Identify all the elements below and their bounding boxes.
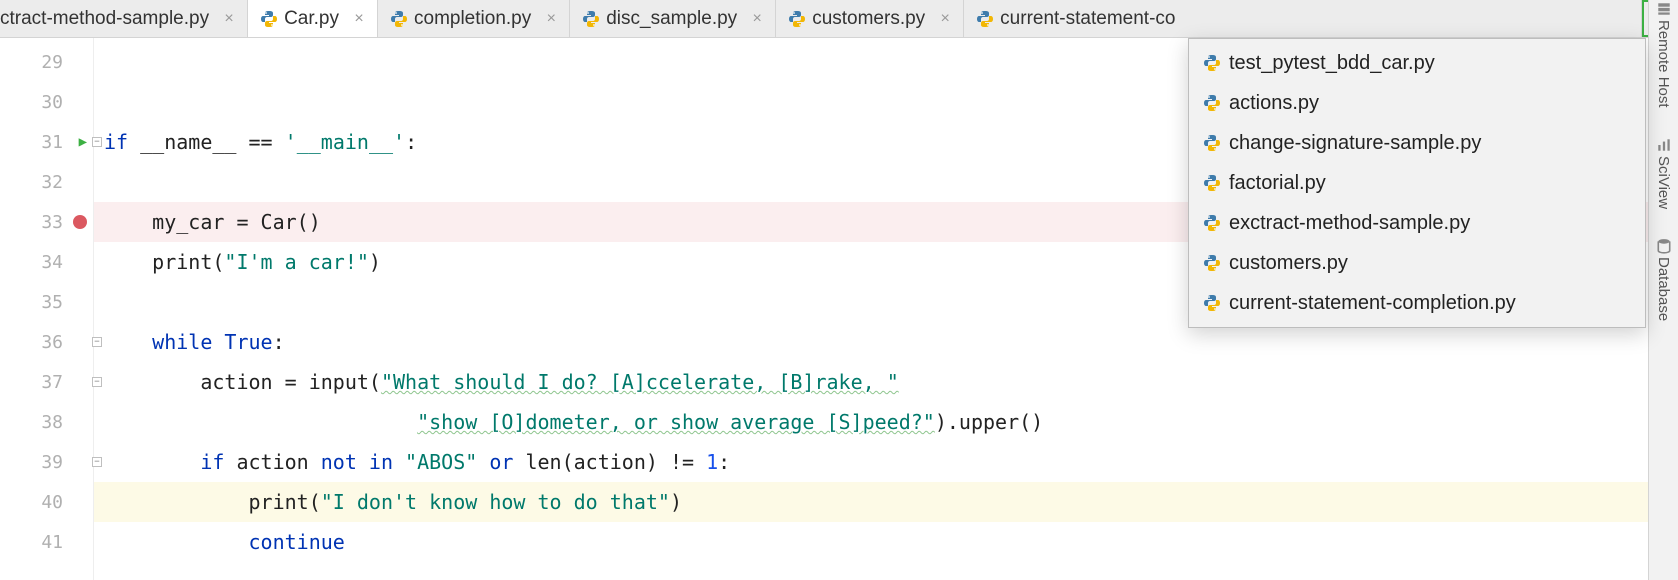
line-number: 38	[41, 412, 63, 433]
close-icon[interactable]: ×	[221, 10, 237, 28]
popup-file-item[interactable]: actions.py	[1189, 83, 1645, 123]
tab-completion[interactable]: completion.py ×	[378, 0, 570, 37]
python-file-icon	[1203, 94, 1221, 112]
database-icon	[1656, 239, 1672, 253]
python-file-icon	[390, 10, 408, 28]
line-number: 36	[41, 332, 63, 353]
tab-label: current-statement-co	[1000, 8, 1175, 30]
python-file-icon	[1203, 54, 1221, 72]
python-file-icon	[788, 10, 806, 28]
python-file-icon	[1203, 254, 1221, 272]
line-number: 30	[41, 92, 63, 113]
chart-icon	[1656, 138, 1672, 152]
line-number: 32	[41, 172, 63, 193]
tab-exctract-method-sample[interactable]: ctract-method-sample.py ×	[0, 0, 248, 37]
python-file-icon	[1203, 174, 1221, 192]
breakpoint-icon[interactable]	[73, 215, 87, 229]
line-number: 34	[41, 252, 63, 273]
close-icon[interactable]: ×	[749, 10, 765, 28]
tab-label: customers.py	[812, 8, 925, 30]
popup-file-item[interactable]: test_pytest_bdd_car.py	[1189, 43, 1645, 83]
line-number: 40	[41, 492, 63, 513]
line-number: 35	[41, 292, 63, 313]
line-number: 33	[41, 212, 63, 233]
python-file-icon	[1203, 134, 1221, 152]
line-number: 41	[41, 532, 63, 553]
popup-file-item[interactable]: current-statement-completion.py	[1189, 283, 1645, 323]
popup-file-item[interactable]: change-signature-sample.py	[1189, 123, 1645, 163]
python-file-icon	[260, 10, 278, 28]
line-number: 39	[41, 452, 63, 473]
close-icon[interactable]: ×	[351, 10, 367, 28]
line-number: 37	[41, 372, 63, 393]
server-icon	[1656, 2, 1672, 16]
fold-icon[interactable]: −	[92, 457, 102, 467]
line-number: 29	[41, 52, 63, 73]
tab-car[interactable]: Car.py ×	[248, 0, 378, 37]
tab-label: disc_sample.py	[606, 8, 737, 30]
tab-label: completion.py	[414, 8, 531, 30]
rail-remote-host[interactable]: Remote Host	[1655, 2, 1672, 108]
popup-file-item[interactable]: exctract-method-sample.py	[1189, 203, 1645, 243]
popup-file-item[interactable]: factorial.py	[1189, 163, 1645, 203]
editor-tab-bar: ctract-method-sample.py × Car.py × compl…	[0, 0, 1678, 38]
python-file-icon	[1203, 214, 1221, 232]
close-icon[interactable]: ×	[937, 10, 953, 28]
fold-icon[interactable]: −	[92, 377, 102, 387]
run-icon[interactable]: ▶	[79, 134, 87, 150]
fold-icon[interactable]: −	[92, 337, 102, 347]
python-file-icon	[976, 10, 994, 28]
python-file-icon	[1203, 294, 1221, 312]
tab-current-statement[interactable]: current-statement-co	[964, 0, 1642, 37]
tab-customers[interactable]: customers.py ×	[776, 0, 964, 37]
overflow-tabs-popup: test_pytest_bdd_car.py actions.py change…	[1188, 38, 1646, 328]
tab-disc-sample[interactable]: disc_sample.py ×	[570, 0, 776, 37]
fold-icon[interactable]: −	[92, 137, 102, 147]
python-file-icon	[582, 10, 600, 28]
tool-window-rail: Remote Host SciView Database	[1648, 0, 1678, 580]
line-number: 31	[41, 132, 63, 153]
rail-database[interactable]: Database	[1655, 239, 1672, 321]
popup-file-item[interactable]: customers.py	[1189, 243, 1645, 283]
rail-sciview[interactable]: SciView	[1655, 138, 1672, 209]
gutter: 29 30 31 ▶ 32 33 34 35 36 37 38 39 40 41	[0, 38, 94, 580]
tab-label: Car.py	[284, 8, 339, 30]
tab-label: ctract-method-sample.py	[0, 8, 209, 30]
close-icon[interactable]: ×	[543, 10, 559, 28]
